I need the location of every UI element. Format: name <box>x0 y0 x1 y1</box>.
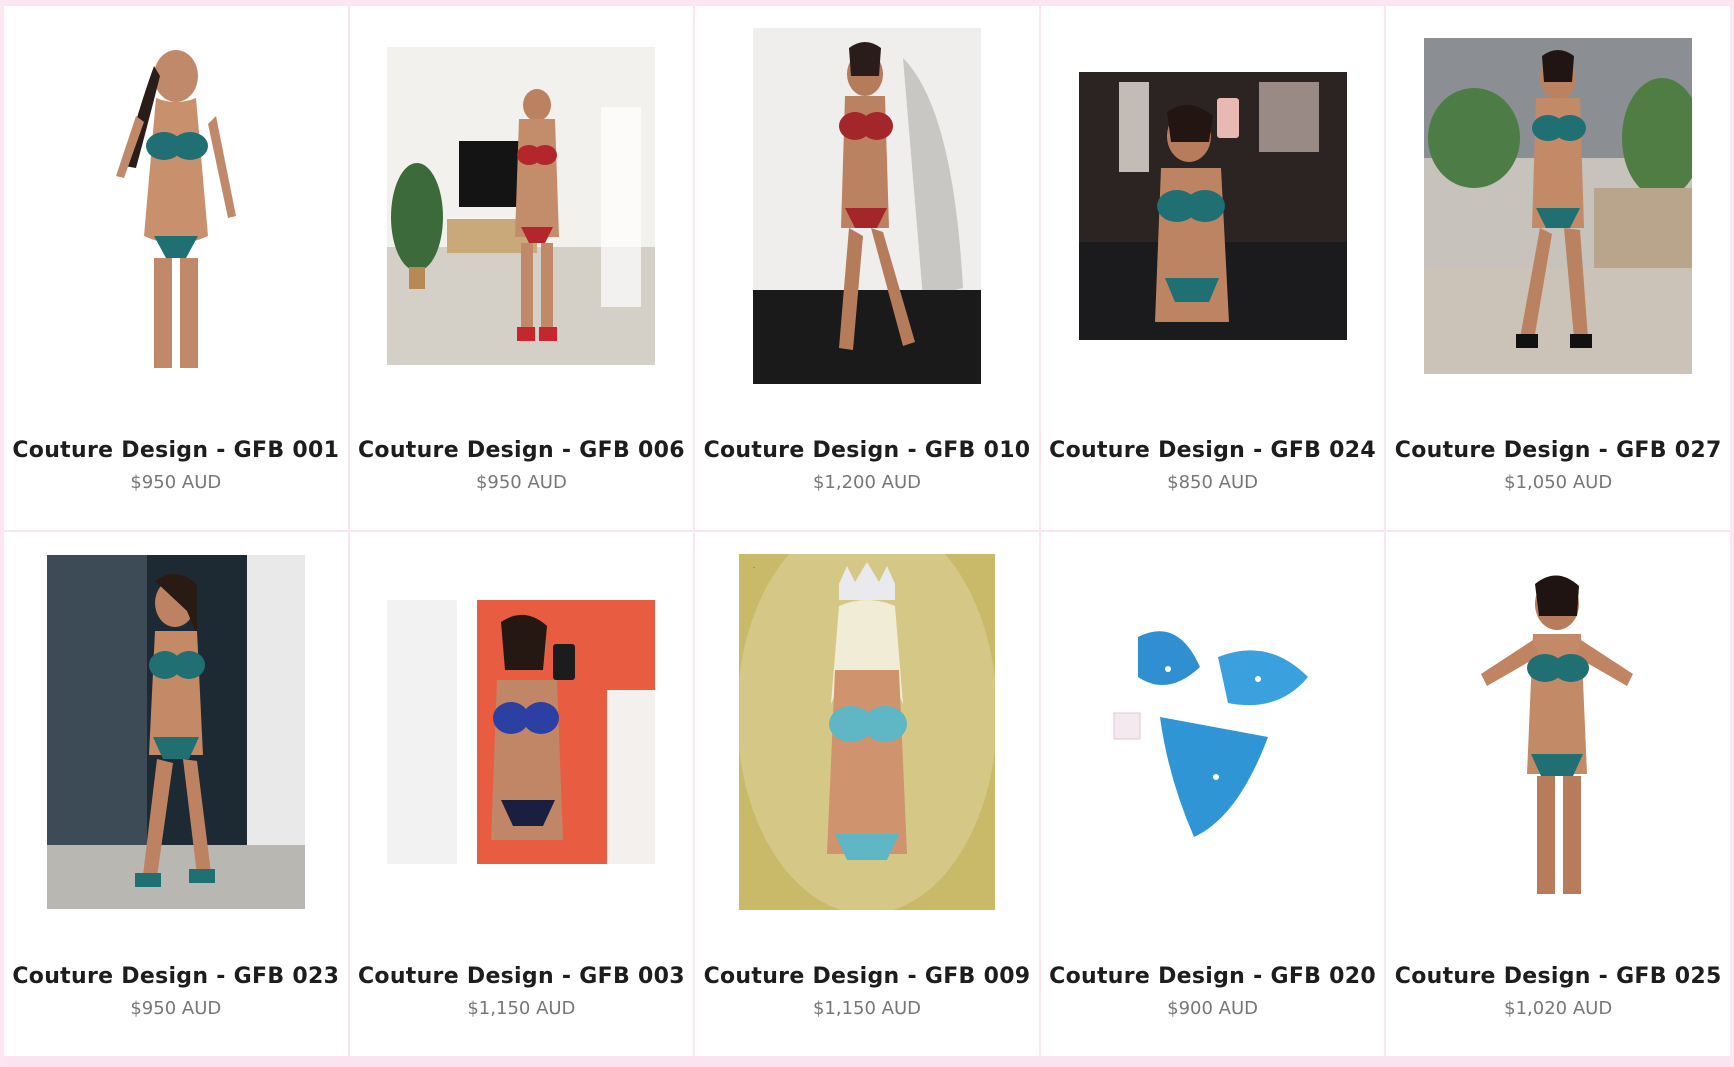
product-photo[interactable] <box>1453 564 1664 900</box>
product-title[interactable]: Couture Design - GFB 003 <box>350 964 694 989</box>
product-title[interactable]: Couture Design - GFB 009 <box>695 964 1039 989</box>
product-photo[interactable] <box>752 28 981 384</box>
product-image-area <box>1041 532 1385 932</box>
product-price: $950 AUD <box>130 472 222 493</box>
product-photo[interactable] <box>387 600 656 864</box>
product-card[interactable]: · Couture Design - GFB 009 $1,150 AUD <box>695 532 1039 1056</box>
product-image-area <box>1386 6 1730 406</box>
product-title[interactable]: Couture Design - GFB 027 <box>1386 438 1730 463</box>
product-grid: Couture Design - GFB 001 $950 AUD Coutur… <box>4 6 1730 1067</box>
product-price: $1,200 AUD <box>812 472 922 493</box>
product-image-area <box>695 6 1039 406</box>
product-image-area <box>1386 532 1730 932</box>
product-photo[interactable] <box>1107 617 1318 847</box>
product-title[interactable]: Couture Design - GFB 001 <box>4 438 348 463</box>
svg-text:·: · <box>753 565 755 572</box>
product-image-area <box>1041 6 1385 406</box>
product-price: $950 AUD <box>475 472 567 493</box>
product-card[interactable]: Couture Design - GFB 006 $950 AUD <box>349 6 694 530</box>
product-price: $1,150 AUD <box>812 998 922 1019</box>
product-price: $950 AUD <box>130 998 222 1019</box>
product-card[interactable]: Couture Design - GFB 024 $850 AUD <box>1040 6 1385 530</box>
product-card[interactable]: Couture Design - GFB 025 $1,020 AUD <box>1386 532 1730 1056</box>
product-card[interactable]: Couture Design - GFB 003 $1,150 AUD <box>349 532 694 1056</box>
product-photo[interactable] <box>1424 38 1693 374</box>
product-title[interactable]: Couture Design - GFB 006 <box>350 438 694 463</box>
product-price: $1,020 AUD <box>1504 998 1613 1019</box>
product-image-area <box>350 6 694 406</box>
product-photo[interactable] <box>75 36 276 376</box>
product-photo[interactable] <box>387 47 656 365</box>
product-price: $850 AUD <box>1167 472 1259 493</box>
product-title[interactable]: Couture Design - GFB 020 <box>1041 964 1385 989</box>
product-image-area <box>4 532 348 932</box>
product-photo[interactable]: · <box>738 554 995 910</box>
product-title[interactable]: Couture Design - GFB 010 <box>695 438 1039 463</box>
product-card[interactable]: Couture Design - GFB 023 $950 AUD <box>4 532 348 1056</box>
product-image-area <box>4 6 348 406</box>
product-card[interactable]: Couture Design - GFB 001 $950 AUD <box>4 6 348 530</box>
product-price: $1,150 AUD <box>467 998 576 1019</box>
product-card[interactable]: Couture Design - GFB 027 $1,050 AUD <box>1386 6 1730 530</box>
product-title[interactable]: Couture Design - GFB 024 <box>1041 438 1385 463</box>
product-photo[interactable] <box>1078 72 1347 340</box>
product-image-area <box>350 532 694 932</box>
product-title[interactable]: Couture Design - GFB 023 <box>4 964 348 989</box>
product-price: $900 AUD <box>1167 998 1259 1019</box>
product-photo[interactable] <box>46 555 305 909</box>
product-title[interactable]: Couture Design - GFB 025 <box>1386 964 1730 989</box>
product-price: $1,050 AUD <box>1504 472 1613 493</box>
product-card[interactable]: Couture Design - GFB 020 $900 AUD <box>1040 532 1385 1056</box>
product-card[interactable]: Couture Design - GFB 010 $1,200 AUD <box>695 6 1039 530</box>
product-image-area: · <box>695 532 1039 932</box>
